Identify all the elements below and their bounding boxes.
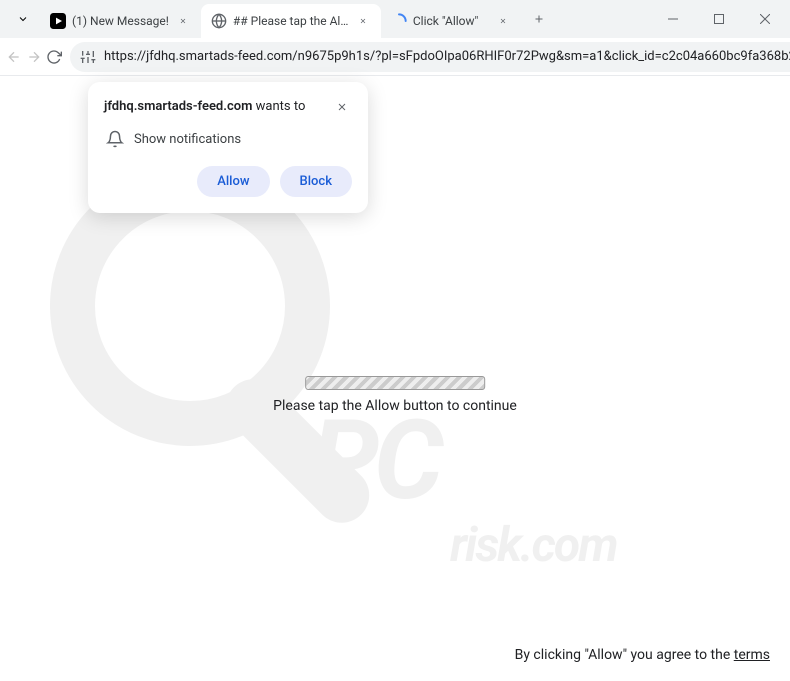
minimize-button[interactable] (650, 3, 696, 35)
watermark-sub: risk.com (450, 516, 617, 573)
close-icon (499, 17, 507, 25)
tab-title: Click "Allow" (413, 14, 489, 28)
prompt-title: jfdhq.smartads-feed.com wants to (104, 98, 305, 116)
loading-spinner-icon (391, 13, 407, 29)
reload-button[interactable] (46, 41, 62, 73)
terms-link[interactable]: terms (734, 647, 770, 663)
arrow-left-icon (6, 49, 22, 65)
chevron-down-icon (17, 13, 29, 25)
browser-toolbar: https://jfdhq.smartads-feed.com/n9675p9h… (0, 38, 790, 76)
tab-close-button[interactable] (175, 13, 191, 29)
forward-button[interactable] (26, 41, 42, 73)
browser-titlebar: (1) New Message! ## Please tap the Allow… (0, 0, 790, 38)
prompt-wants: wants to (256, 99, 306, 114)
arrow-right-icon (26, 49, 42, 65)
fake-progress-bar (305, 376, 485, 390)
notification-permission-prompt: jfdhq.smartads-feed.com wants to Show no… (88, 82, 368, 213)
tab-item[interactable]: (1) New Message! (40, 4, 201, 38)
tab-title: ## Please tap the Allow button (233, 14, 349, 28)
youtube-icon (50, 13, 66, 29)
reload-icon (46, 49, 62, 65)
plus-icon (533, 13, 545, 25)
prompt-domain: jfdhq.smartads-feed.com (104, 99, 252, 114)
page-content: PC risk.com jfdhq.smartads-feed.com want… (0, 76, 790, 681)
globe-icon (211, 13, 227, 29)
minimize-icon (668, 14, 678, 24)
prompt-close-button[interactable] (336, 98, 352, 114)
url-text: https://jfdhq.smartads-feed.com/n9675p9h… (104, 49, 790, 64)
footer-prefix: By clicking "Allow" you agree to the (515, 647, 734, 663)
page-center-content: Please tap the Allow button to continue (273, 376, 517, 414)
maximize-icon (714, 14, 724, 24)
block-button[interactable]: Block (280, 166, 352, 197)
watermark-main: PC (310, 396, 439, 525)
close-icon (760, 14, 770, 24)
new-tab-button[interactable] (525, 5, 553, 33)
site-settings-icon[interactable] (80, 49, 96, 65)
back-button[interactable] (6, 41, 22, 73)
prompt-permission-label: Show notifications (134, 132, 241, 147)
maximize-button[interactable] (696, 3, 742, 35)
close-icon (336, 101, 348, 113)
window-controls (650, 3, 788, 35)
instruction-text: Please tap the Allow button to continue (273, 398, 517, 414)
tab-item[interactable]: Click "Allow" (381, 4, 521, 38)
tab-close-button[interactable] (495, 13, 511, 29)
tab-search-button[interactable] (6, 2, 40, 36)
close-icon (359, 17, 367, 25)
address-bar[interactable]: https://jfdhq.smartads-feed.com/n9675p9h… (70, 42, 790, 72)
close-icon (179, 17, 187, 25)
tab-title: (1) New Message! (72, 14, 169, 28)
tab-item-active[interactable]: ## Please tap the Allow button (201, 4, 381, 38)
tab-close-button[interactable] (355, 13, 371, 29)
bell-icon (106, 130, 124, 148)
close-window-button[interactable] (742, 3, 788, 35)
allow-button[interactable]: Allow (197, 166, 269, 197)
footer-disclaimer: By clicking "Allow" you agree to the ter… (515, 647, 770, 663)
